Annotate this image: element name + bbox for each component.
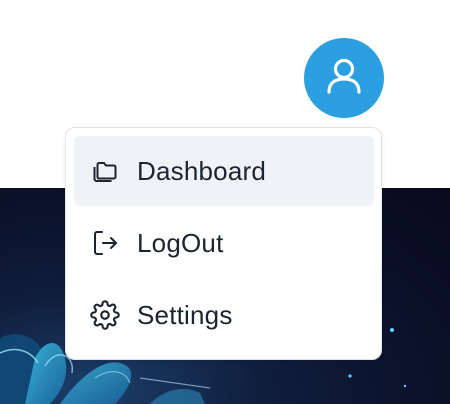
menu-item-label: LogOut bbox=[137, 227, 224, 258]
menu-item-logout[interactable]: LogOut bbox=[74, 208, 374, 278]
folders-icon bbox=[90, 156, 120, 186]
menu-item-label: Settings bbox=[137, 299, 233, 330]
menu-item-settings[interactable]: Settings bbox=[74, 280, 374, 350]
user-icon bbox=[322, 54, 366, 103]
user-dropdown-menu: Dashboard LogOut Settings bbox=[65, 127, 382, 360]
gear-icon bbox=[90, 300, 120, 330]
log-out-icon bbox=[90, 228, 120, 258]
user-avatar-button[interactable] bbox=[304, 38, 384, 118]
menu-item-label: Dashboard bbox=[137, 155, 266, 186]
menu-item-dashboard[interactable]: Dashboard bbox=[74, 136, 374, 206]
